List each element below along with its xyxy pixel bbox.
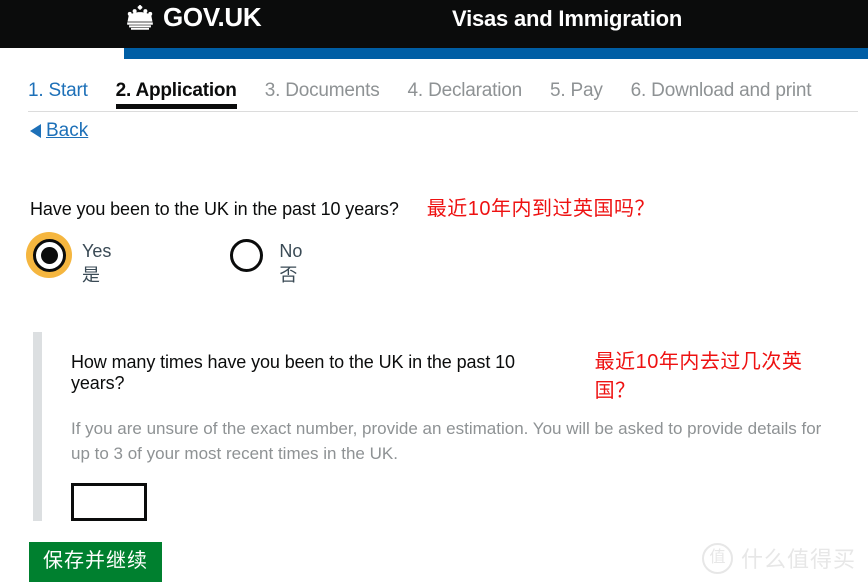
- tab-pay[interactable]: 5. Pay: [550, 81, 617, 112]
- back-arrow-icon: [30, 124, 41, 138]
- tab-declaration[interactable]: 4. Declaration: [408, 81, 536, 112]
- sub-question-hint: If you are unsure of the exact number, p…: [71, 419, 822, 463]
- watermark-badge-icon: 值: [701, 542, 733, 574]
- main-question: Have you been to the UK in the past 10 y…: [30, 192, 655, 221]
- progress-tabs: 1. Start 2. Application 3. Documents 4. …: [0, 59, 868, 112]
- sub-question-zh-annotation: 最近10年内去过几次英国？: [594, 351, 803, 402]
- save-and-continue-button[interactable]: 保存并继续: [29, 542, 162, 582]
- radio-no-label-zh: 否: [279, 265, 298, 286]
- radio-yes-label-en: Yes: [82, 241, 112, 261]
- radio-no-focus-ring: [223, 232, 269, 278]
- tab-documents[interactable]: 3. Documents: [265, 81, 394, 112]
- tab-start[interactable]: 1. Start: [28, 81, 102, 112]
- radio-option-yes[interactable]: Yes 是: [26, 232, 111, 288]
- main-question-en: Have you been to the UK in the past 10 y…: [30, 199, 399, 219]
- radio-option-no[interactable]: No 否: [223, 232, 302, 288]
- brand-blue-bar: [124, 48, 868, 59]
- main-question-zh-annotation: 最近10年内到过英国吗？: [426, 198, 655, 220]
- radio-no-labels: No 否: [279, 239, 302, 288]
- tab-application[interactable]: 2. Application: [115, 81, 251, 112]
- radio-no-control[interactable]: [229, 238, 263, 272]
- sub-question: How many times have you been to the UK i…: [71, 332, 843, 403]
- tab-download-and-print[interactable]: 6. Download and print: [631, 81, 826, 112]
- back-link-label: Back: [46, 120, 89, 141]
- govuk-logo[interactable]: GOV.UK: [124, 2, 262, 32]
- service-title: Visas and Immigration: [452, 6, 683, 31]
- conditional-reveal-panel: How many times have you been to the UK i…: [33, 332, 843, 522]
- radio-no-label-en: No: [279, 241, 303, 261]
- watermark-text: 什么值得买: [740, 547, 856, 572]
- uk-visit-radio-group: Yes 是 No 否: [26, 232, 302, 288]
- radio-yes-label-zh: 是: [82, 265, 100, 286]
- radio-yes-labels: Yes 是: [82, 239, 111, 288]
- crown-icon: [127, 5, 153, 30]
- radio-yes-control[interactable]: [32, 238, 66, 272]
- radio-yes-selected-dot: [40, 246, 58, 264]
- site-watermark: 值 什么值得买: [701, 542, 856, 574]
- back-link[interactable]: Back: [30, 120, 88, 142]
- visit-count-input[interactable]: [71, 483, 147, 522]
- site-header: GOV.UK Visas and Immigration: [0, 0, 868, 48]
- sub-question-en: How many times have you been to the UK i…: [71, 352, 515, 393]
- radio-yes-focus-ring: [26, 232, 72, 278]
- govuk-logo-text: GOV.UK: [163, 2, 262, 32]
